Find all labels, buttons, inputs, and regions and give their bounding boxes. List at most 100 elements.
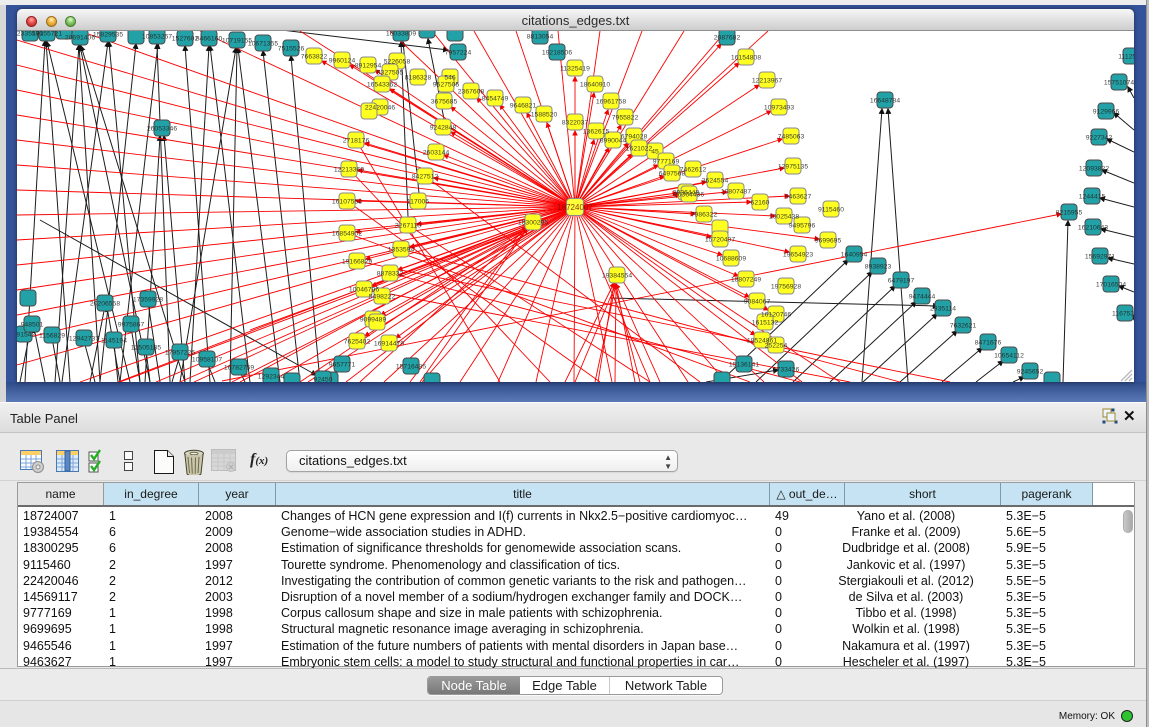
svg-text:16543362: 16543362 xyxy=(367,82,397,89)
svg-text:16107554: 16107554 xyxy=(332,199,362,206)
svg-text:19384554: 19384554 xyxy=(602,273,632,280)
svg-text:12213369: 12213369 xyxy=(334,167,364,174)
svg-text:6479197: 6479197 xyxy=(888,278,915,285)
svg-text:12213967: 12213967 xyxy=(752,78,782,85)
svg-text:7485063: 7485063 xyxy=(778,134,805,141)
svg-text:17957225: 17957225 xyxy=(165,350,195,357)
svg-text:10688609: 10688609 xyxy=(716,256,746,263)
svg-text:7957224: 7957224 xyxy=(445,50,472,57)
svg-text:19756928: 19756928 xyxy=(771,284,801,291)
svg-text:12505135: 12505135 xyxy=(131,345,161,352)
svg-text:7515526: 7515526 xyxy=(278,46,305,53)
svg-text:22420046: 22420046 xyxy=(365,105,395,112)
svg-text:1362615: 1362615 xyxy=(583,129,610,136)
svg-text:1353594: 1353594 xyxy=(388,247,415,254)
svg-text:948501: 948501 xyxy=(21,322,44,329)
svg-text:9227342: 9227342 xyxy=(1086,135,1113,142)
svg-text:1640954: 1640954 xyxy=(841,252,868,259)
svg-text:8186328: 8186328 xyxy=(405,75,432,82)
svg-text:117006: 117006 xyxy=(407,199,429,206)
svg-text:17016504: 17016504 xyxy=(1096,282,1126,289)
svg-text:11325419: 11325419 xyxy=(560,66,590,73)
svg-text:62160: 62160 xyxy=(751,200,770,207)
svg-text:546: 546 xyxy=(444,75,456,82)
svg-text:10654112: 10654112 xyxy=(994,353,1024,360)
svg-text:10671355: 10671355 xyxy=(248,41,278,48)
svg-text:8454749: 8454749 xyxy=(482,96,509,103)
svg-text:9463627: 9463627 xyxy=(785,194,812,201)
svg-text:8912954: 8912954 xyxy=(355,63,382,70)
svg-text:15692971: 15692971 xyxy=(1085,254,1115,261)
svg-text:10046796: 10046796 xyxy=(349,287,379,294)
svg-text:2718176: 2718176 xyxy=(343,138,370,145)
svg-text:10853267: 10853267 xyxy=(142,34,172,41)
svg-text:18640910: 18640910 xyxy=(580,82,610,89)
svg-text:9245652: 9245652 xyxy=(1017,369,1044,376)
svg-text:9327505: 9327505 xyxy=(377,70,404,77)
svg-text:19166829: 19166829 xyxy=(342,259,372,266)
svg-text:1733426: 1733426 xyxy=(773,367,800,374)
svg-text:17359928: 17359928 xyxy=(133,297,163,304)
svg-text:8215955: 8215955 xyxy=(1056,210,1083,217)
svg-text:16961758: 16961758 xyxy=(596,99,626,106)
svg-text:20206558: 20206558 xyxy=(90,301,120,308)
svg-text:9129966: 9129966 xyxy=(1093,109,1120,116)
svg-text:45: 45 xyxy=(651,149,659,156)
svg-text:9242848: 9242848 xyxy=(430,125,457,132)
svg-text:19654923: 19654923 xyxy=(783,252,813,259)
svg-text:9646821: 9646821 xyxy=(510,103,537,110)
svg-text:7986322: 7986322 xyxy=(691,212,718,219)
svg-text:7955822: 7955822 xyxy=(612,115,639,122)
svg-text:252254: 252254 xyxy=(765,343,788,350)
svg-text:1527602: 1527602 xyxy=(172,36,199,43)
svg-text:16210643: 16210643 xyxy=(1078,225,1108,232)
svg-text:8322037: 8322037 xyxy=(562,120,589,127)
svg-text:26053346: 26053346 xyxy=(147,126,177,133)
svg-text:15136141: 15136141 xyxy=(729,362,759,369)
svg-text:8427512: 8427512 xyxy=(412,174,439,181)
svg-text:9777169: 9777169 xyxy=(653,159,680,166)
svg-text:10958107: 10958107 xyxy=(192,357,222,364)
svg-text:8466160: 8466160 xyxy=(196,36,223,43)
svg-text:2367608: 2367608 xyxy=(458,89,485,96)
svg-text:18724007: 18724007 xyxy=(557,203,593,212)
svg-text:16033809: 16033809 xyxy=(386,31,416,38)
svg-text:991542: 991542 xyxy=(17,332,36,339)
svg-text:2935114: 2935114 xyxy=(930,306,956,313)
svg-text:16854902: 16854902 xyxy=(332,231,362,238)
svg-text:8938923: 8938923 xyxy=(865,264,892,271)
svg-text:9099489: 9099489 xyxy=(360,317,387,324)
svg-text:1588520: 1588520 xyxy=(531,112,558,119)
svg-text:7462612: 7462612 xyxy=(680,167,707,174)
svg-text:12942737: 12942737 xyxy=(69,336,99,343)
svg-text:12975135: 12975135 xyxy=(778,164,808,171)
svg-text:15720407: 15720407 xyxy=(705,237,735,244)
svg-text:9975867: 9975867 xyxy=(118,322,145,329)
svg-text:10807487: 10807487 xyxy=(721,189,751,196)
svg-text:15716485: 15716485 xyxy=(396,364,426,371)
svg-text:1244415: 1244415 xyxy=(1079,194,1106,201)
svg-text:5226058: 5226058 xyxy=(384,59,411,66)
svg-text:1292344: 1292344 xyxy=(258,374,285,381)
svg-text:1621022: 1621022 xyxy=(626,146,653,153)
svg-text:8878332: 8878332 xyxy=(377,271,404,278)
svg-text:18300295: 18300295 xyxy=(518,220,548,227)
svg-text:15751074: 15751074 xyxy=(1104,80,1134,87)
svg-text:7625402: 7625402 xyxy=(344,339,371,346)
svg-text:9699695: 9699695 xyxy=(815,238,842,245)
svg-text:19055721: 19055721 xyxy=(32,31,62,38)
svg-text:3624554: 3624554 xyxy=(702,178,729,185)
svg-text:18807249: 18807249 xyxy=(731,277,761,284)
svg-text:9084067: 9084067 xyxy=(744,299,771,306)
svg-text:8813054: 8813054 xyxy=(527,34,554,41)
svg-text:20691406: 20691406 xyxy=(65,35,95,42)
svg-text:16648784: 16648784 xyxy=(870,98,900,105)
svg-text:9657771: 9657771 xyxy=(329,362,356,369)
svg-text:7632621: 7632621 xyxy=(950,323,977,330)
svg-text:1167534: 1167534 xyxy=(1112,311,1134,318)
svg-text:10973493: 10973493 xyxy=(764,105,794,112)
svg-text:9495796: 9495796 xyxy=(789,223,816,230)
svg-text:20364436: 20364436 xyxy=(674,192,704,199)
svg-text:16120746: 16120746 xyxy=(761,312,791,319)
svg-text:9115460: 9115460 xyxy=(818,207,844,214)
